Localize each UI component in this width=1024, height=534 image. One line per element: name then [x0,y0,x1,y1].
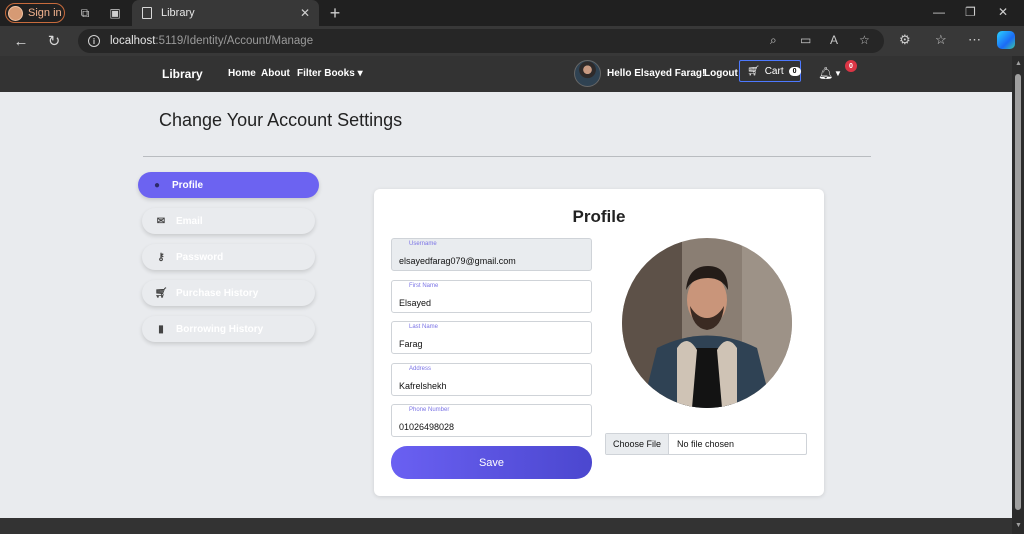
sign-in-button[interactable]: Sign in [5,3,65,23]
notification-count-badge: 0 [845,60,857,72]
site-info-icon[interactable]: i [88,35,100,47]
sidebar-item-profile[interactable]: ● Profile [138,172,319,198]
tab-library[interactable]: Library ✕ [132,0,319,26]
page-title: Change Your Account Settings [159,110,403,130]
username-input [399,256,584,266]
address-field[interactable]: Address [391,363,592,396]
close-window-icon[interactable]: ✕ [998,5,1008,19]
page-scrollbar[interactable]: ▲ ▼ [1012,56,1024,534]
field-label: Username [409,241,437,247]
minimize-icon[interactable]: — [933,5,945,19]
restore-icon[interactable]: ❐ [965,5,976,19]
field-label: First Name [409,283,439,289]
address-bar[interactable]: i localhost:5119/Identity/Account/Manage… [78,29,884,53]
sidebar-item-borrowing-history[interactable]: ▮ Borrowing History [142,316,315,342]
sidebar-item-label: Email [176,215,203,227]
profile-avatar-icon [8,5,23,21]
key-icon: ⚷ [157,251,165,263]
scroll-down-icon[interactable]: ▼ [1015,522,1022,529]
last-name-field[interactable]: Last Name [391,321,592,354]
page-icon [142,7,152,19]
new-tab-button[interactable]: + [325,3,345,23]
site-navbar: Library Home About Filter Books ▾ Hello … [0,56,1012,92]
nav-home-link[interactable]: Home [228,68,256,79]
cart-count-badge: 0 [788,66,801,76]
back-icon[interactable]: ← [11,32,31,50]
profile-title: Profile [572,207,626,226]
phone-number-field[interactable]: Phone Number [391,404,592,437]
url-text: localhost:5119/Identity/Account/Manage [110,35,314,47]
field-label: Last Name [409,324,439,330]
nav-about-link[interactable]: About [261,68,290,79]
sidebar-item-label: Purchase History [176,287,259,299]
cart-icon: 🛒︎ [747,65,760,77]
save-button[interactable]: Save [391,446,592,479]
brand-link[interactable]: Library [162,67,203,81]
close-tab-icon[interactable]: ✕ [300,6,310,20]
cart-icon: 🛒︎ [154,287,168,299]
bell-icon[interactable]: 🔔︎ [818,66,833,80]
profile-card: Profile Username First Name Last Name Ad… [374,189,824,496]
sidebar-item-label: Borrowing History [176,323,264,335]
zoom-icon[interactable]: ⌕ [770,33,777,48]
sign-in-label: Sign in [28,7,62,19]
tab-actions-icon[interactable]: ▣ [107,5,123,21]
profile-photo [622,238,792,408]
read-aloud-icon[interactable]: A [830,33,838,47]
profile-photo-image [622,238,792,408]
book-icon: ▮ [158,323,164,335]
refresh-icon[interactable]: ↻ [44,32,64,50]
sidebar-item-label: Profile [172,179,204,191]
nav-filter-books-dropdown[interactable]: Filter Books ▾ [297,68,363,79]
phone-number-input[interactable] [399,422,584,432]
user-avatar [574,60,601,87]
workspaces-icon[interactable]: ⧉ [77,5,93,21]
tab-title: Library [161,7,195,19]
divider [143,156,871,157]
sidebar-item-label: Password [176,251,224,263]
page-viewport: Library Home About Filter Books ▾ Hello … [0,56,1012,534]
field-label: Phone Number [409,407,450,413]
user-greeting[interactable]: Hello Elsayed Farag! [607,68,705,79]
logout-link[interactable]: Logout [704,68,738,79]
cart-button[interactable]: 🛒︎ Cart 0 [739,60,801,82]
file-status-text: No file chosen [677,439,735,449]
file-input[interactable]: Choose File No file chosen [605,433,807,455]
first-name-field[interactable]: First Name [391,280,592,313]
cart-label: Cart [764,65,784,77]
scroll-up-icon[interactable]: ▲ [1015,60,1022,67]
more-menu-icon[interactable]: ⋯ [968,32,981,48]
address-input[interactable] [399,381,584,391]
envelope-icon: ✉ [156,215,166,227]
browser-title-bar: Sign in ⧉ ▣ Library ✕ + — ❐ ✕ [0,0,1024,26]
page-footer [0,518,1012,534]
favorites-icon[interactable]: ☆ [935,32,947,48]
copilot-icon[interactable] [997,31,1015,49]
scrollbar-thumb[interactable] [1015,74,1021,510]
chevron-down-icon[interactable]: ▼ [834,69,842,78]
choose-file-button[interactable]: Choose File [606,434,670,454]
field-label: Address [409,366,432,372]
sidebar-item-purchase-history[interactable]: 🛒︎ Purchase History [142,280,315,306]
reader-view-icon[interactable]: ▭ [800,33,811,47]
sidebar-item-password[interactable]: ⚷ Password [142,244,315,270]
browser-toolbar: ← ↻ i localhost:5119/Identity/Account/Ma… [0,26,1024,56]
extensions-icon[interactable]: ⚙ [899,32,911,48]
user-circle-icon: ● [153,179,161,191]
favorite-star-icon[interactable]: ☆ [859,33,870,47]
sidebar-item-email[interactable]: ✉ Email [142,208,315,234]
last-name-input[interactable] [399,339,584,349]
username-field: Username [391,238,592,271]
first-name-input[interactable] [399,298,584,308]
